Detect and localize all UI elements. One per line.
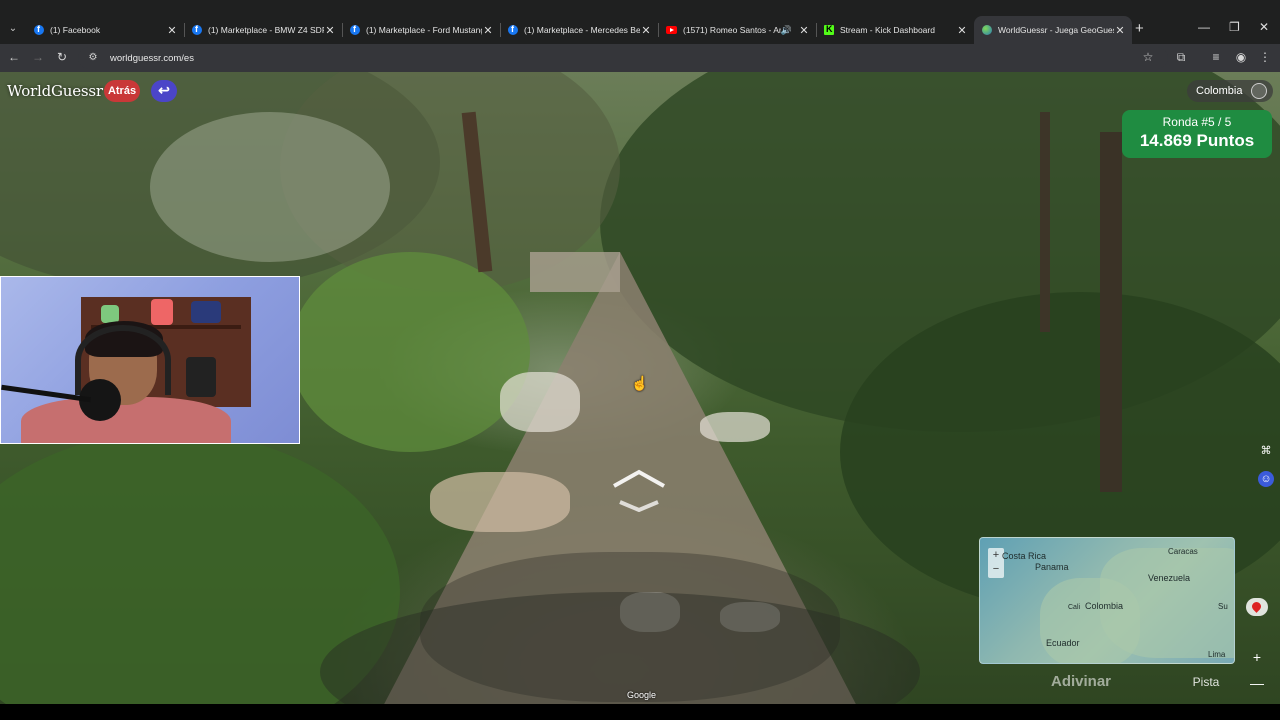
round-score-panel: Ronda #5 / 5 14.869 Puntos <box>1122 110 1272 158</box>
reload-icon[interactable]: ↻ <box>54 50 70 64</box>
browser-toolbar: ← → ↻ ⚙ worldguessr.com/es ☆ ⧉ ≡ ◉ ⋮ <box>0 44 1280 72</box>
back-arrow-icon[interactable]: ← <box>6 50 22 64</box>
points-total: 14.869 Puntos <box>1139 131 1255 150</box>
tab-title: (1) Marketplace - BMW Z4 SDRI <box>208 25 324 35</box>
tab-title: WorldGuessr - Juega GeoGuessr <box>998 25 1114 35</box>
tab-close-icon[interactable]: ✕ <box>482 24 494 37</box>
tab-close-icon[interactable]: ✕ <box>956 24 968 37</box>
guess-button[interactable]: Adivinar <box>979 669 1183 695</box>
tab-close-icon[interactable]: ✕ <box>166 24 178 37</box>
map-label-panama: Panama <box>1035 562 1069 572</box>
country-flag-icon <box>1251 83 1267 99</box>
speaker-icon[interactable]: 🔊 <box>781 25 792 36</box>
tab-facebook[interactable]: (1) Facebook ✕ <box>26 16 185 44</box>
extensions-icon[interactable]: ⧉ <box>1173 50 1189 65</box>
tab-youtube[interactable]: (1571) Romeo Santos - Am 🔊 ✕ <box>658 16 817 44</box>
map-label-suriname: Su <box>1218 602 1228 611</box>
country-selector[interactable]: Colombia <box>1187 80 1273 102</box>
map-pin-toggle-icon[interactable] <box>1246 598 1268 616</box>
worldguessr-icon <box>982 25 992 35</box>
facebook-icon <box>508 24 518 35</box>
tab-close-icon[interactable]: ✕ <box>324 24 336 37</box>
guess-minimap[interactable]: + − Costa Rica Panama Caracas Venezuela … <box>979 537 1235 664</box>
worldguessr-logo[interactable]: WorldGuessr <box>7 82 103 100</box>
tab-kick-dashboard[interactable]: Stream - Kick Dashboard ✕ <box>816 16 974 44</box>
bookmark-star-icon[interactable]: ☆ <box>1140 50 1156 64</box>
forward-arrow-icon[interactable]: → <box>30 50 46 64</box>
url-text[interactable]: worldguessr.com/es <box>110 53 194 64</box>
hint-button[interactable]: Pista <box>1186 669 1226 695</box>
tab-marketplace-mercedes[interactable]: (1) Marketplace - Mercedes Benz ✕ <box>500 16 659 44</box>
map-expand-plus-icon[interactable]: + <box>1250 649 1264 665</box>
tab-title: (1) Facebook <box>50 25 101 35</box>
undo-return-icon[interactable]: ↩ <box>151 80 177 102</box>
navigation-arrows[interactable] <box>606 466 672 513</box>
map-label-lima: Lima <box>1208 650 1226 659</box>
new-tab-plus-icon[interactable]: + <box>1135 20 1144 37</box>
address-bar[interactable]: ⚙ worldguessr.com/es <box>78 47 1168 69</box>
profile-avatar-icon[interactable]: ◉ <box>1233 50 1249 64</box>
window-close-icon[interactable]: ✕ <box>1259 20 1269 34</box>
google-watermark: Google <box>627 690 657 700</box>
move-forward-chevron-icon[interactable] <box>606 466 672 513</box>
media-controls-icon[interactable]: ≡ <box>1208 50 1224 64</box>
site-info-icon[interactable]: ⚙ <box>86 51 100 65</box>
streamer-webcam <box>0 276 300 444</box>
map-label-colombia: Colombia <box>1085 601 1124 611</box>
tab-search-chevron-icon[interactable]: ⌄ <box>4 19 22 39</box>
facebook-icon <box>192 24 202 35</box>
tab-title: Stream - Kick Dashboard <box>840 25 935 35</box>
tab-worldguessr[interactable]: WorldGuessr - Juega GeoGuessr ✕ <box>974 16 1132 44</box>
facebook-icon <box>34 24 44 35</box>
tab-marketplace-bmw[interactable]: (1) Marketplace - BMW Z4 SDRI ✕ <box>184 16 343 44</box>
browser-tab-strip: ⌄ (1) Facebook ✕ (1) Marketplace - BMW Z… <box>0 0 1280 44</box>
map-label-caracas: Caracas <box>1168 547 1198 556</box>
back-button[interactable]: Atrás <box>104 80 140 102</box>
youtube-icon <box>666 26 677 34</box>
tab-title: (1) Marketplace - Ford Mustang <box>366 25 482 35</box>
taskbar-edge <box>0 704 1280 720</box>
keyboard-shortcuts-icon[interactable]: ⌘ <box>1258 443 1274 459</box>
tab-close-icon[interactable]: ✕ <box>640 24 652 37</box>
tab-close-icon[interactable]: ✕ <box>1114 24 1126 37</box>
minimize-icon[interactable]: — <box>1198 20 1210 34</box>
tab-close-icon[interactable]: ✕ <box>798 24 810 37</box>
facebook-icon <box>350 24 360 35</box>
country-label: Colombia <box>1196 85 1243 97</box>
tab-title: (1) Marketplace - Mercedes Benz <box>524 25 640 35</box>
map-label-venezuela: Venezuela <box>1148 573 1191 583</box>
map-shrink-minus-icon[interactable]: — <box>1250 675 1264 691</box>
map-label-cali: Cali <box>1068 604 1081 611</box>
minimap-zoom-out-icon[interactable]: − <box>988 562 1004 576</box>
kick-icon <box>824 24 834 35</box>
hand-cursor-icon: ☝ <box>631 375 649 391</box>
round-counter: Ronda #5 / 5 <box>1162 115 1232 129</box>
restore-icon[interactable]: ❐ <box>1229 20 1240 34</box>
map-label-costa-rica: Costa Rica <box>1002 551 1047 561</box>
tab-marketplace-ford[interactable]: (1) Marketplace - Ford Mustang ✕ <box>342 16 501 44</box>
map-label-ecuador: Ecuador <box>1046 638 1080 648</box>
browser-menu-icon[interactable]: ⋮ <box>1257 50 1273 64</box>
tab-title: (1571) Romeo Santos - Am <box>683 25 781 35</box>
discord-icon[interactable]: ☺ <box>1258 471 1274 487</box>
